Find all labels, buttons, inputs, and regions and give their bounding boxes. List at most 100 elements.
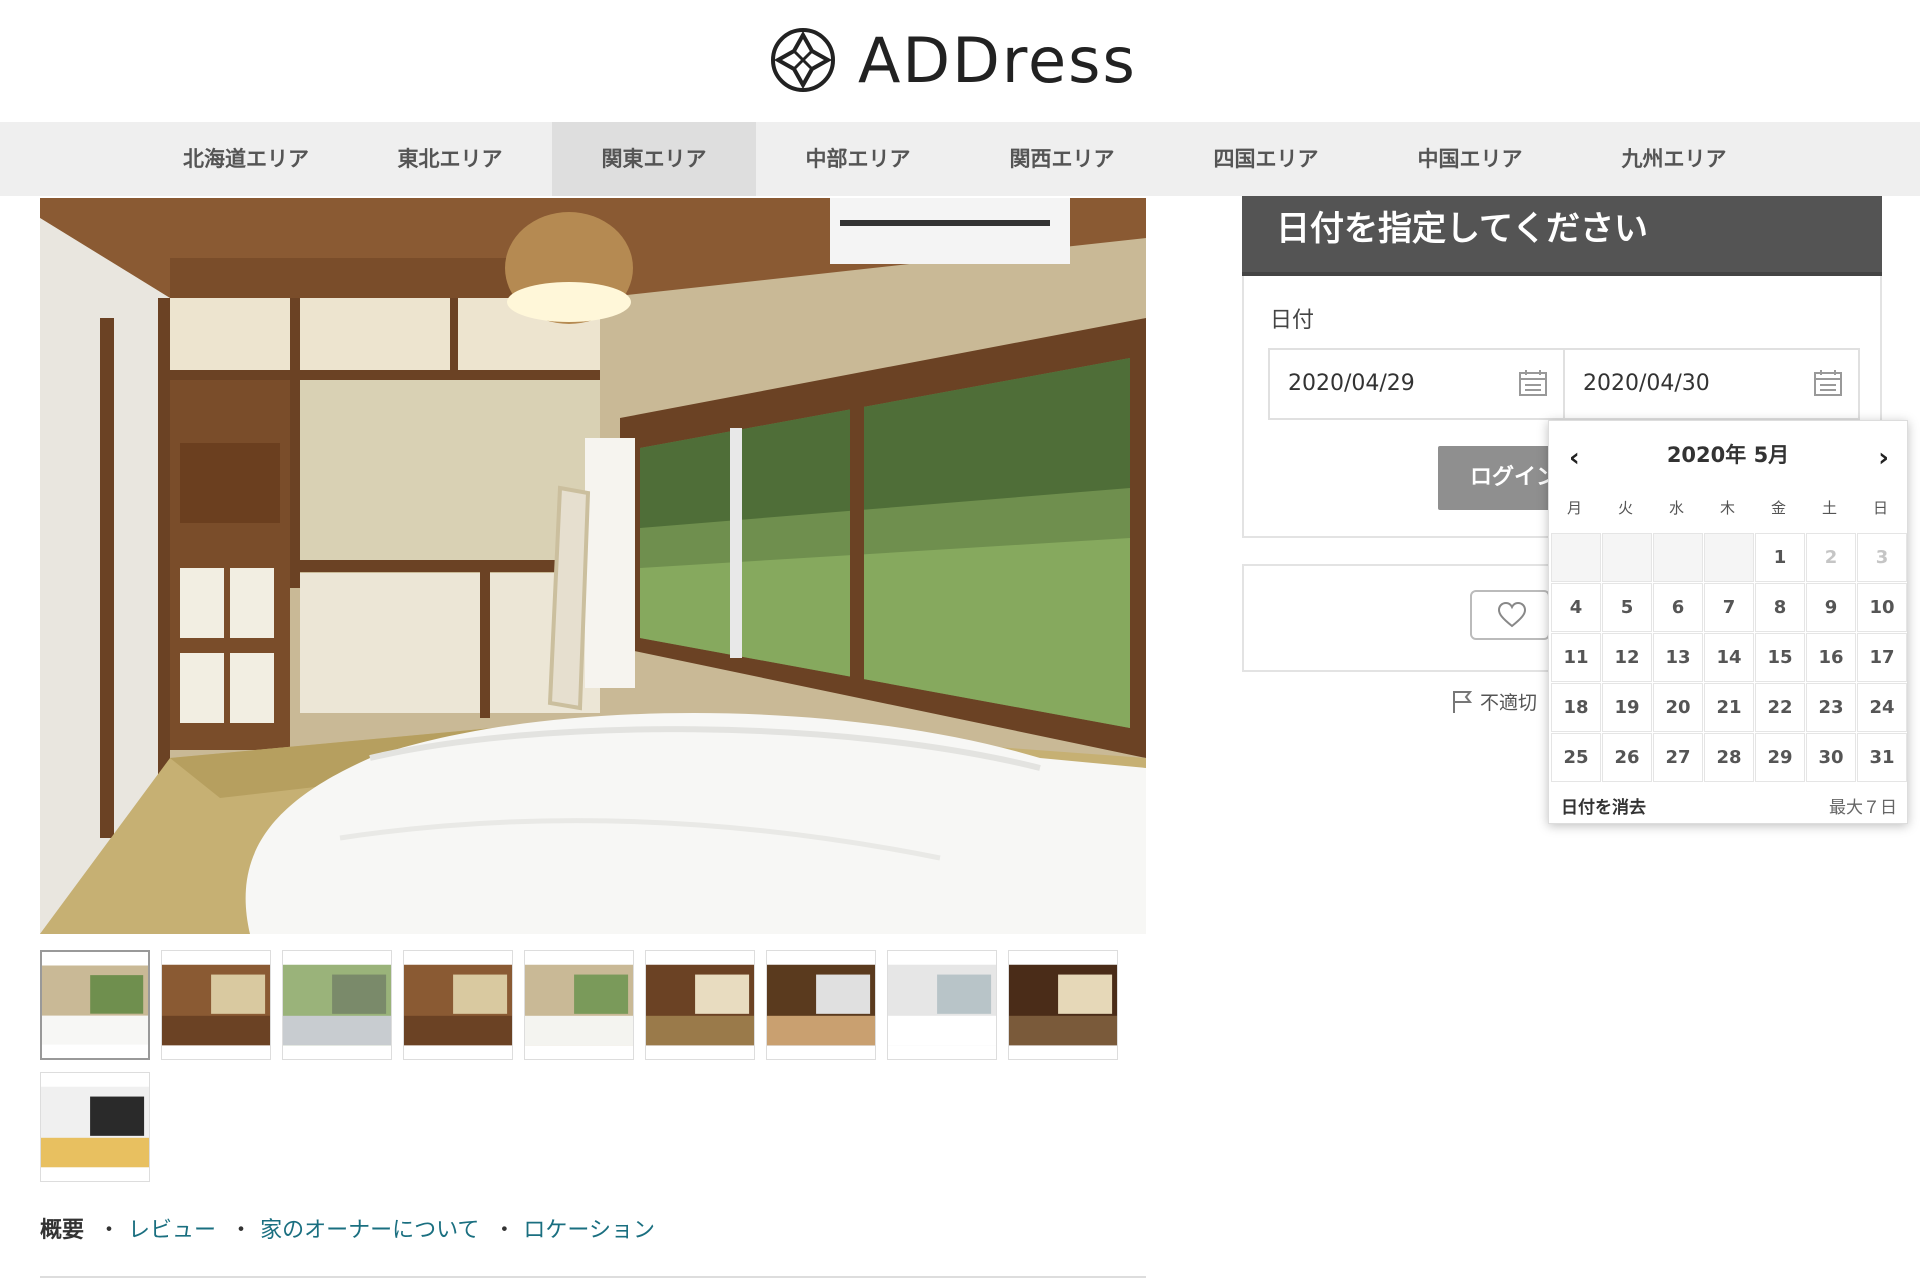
- gallery-thumbnail[interactable]: [887, 950, 997, 1060]
- next-month-button[interactable]: ›: [1878, 443, 1889, 473]
- favorite-button[interactable]: [1470, 590, 1550, 640]
- calendar-day[interactable]: 20: [1653, 683, 1703, 732]
- thumbnail-image: [404, 951, 512, 1059]
- clear-dates-button[interactable]: 日付を消去: [1561, 793, 1646, 818]
- site-header: ADDress: [0, 0, 1920, 122]
- calendar-empty-cell: [1602, 533, 1652, 582]
- thumbnail-image: [41, 1073, 149, 1181]
- calendar-day[interactable]: 17: [1857, 633, 1907, 682]
- gallery-thumbnail[interactable]: [40, 1072, 150, 1182]
- calendar-day[interactable]: 4: [1551, 583, 1601, 632]
- calendar-empty-cell: [1653, 533, 1703, 582]
- calendar-day[interactable]: 6: [1653, 583, 1703, 632]
- calendar-day[interactable]: 27: [1653, 733, 1703, 782]
- location-link[interactable]: ロケーション: [523, 1212, 655, 1244]
- overview-link[interactable]: 概要: [40, 1212, 84, 1244]
- report-link[interactable]: 不適切: [1452, 688, 1537, 715]
- calendar-day[interactable]: 10: [1857, 583, 1907, 632]
- datepicker-header: ‹ 2020年 5月 ›: [1549, 421, 1907, 477]
- weekday-label: 月: [1566, 499, 1582, 517]
- weekday-label: 火: [1617, 499, 1633, 517]
- date-label: 日付: [1270, 308, 1315, 333]
- calendar-day[interactable]: 13: [1653, 633, 1703, 682]
- calendar-day[interactable]: 5: [1602, 583, 1652, 632]
- calendar-day[interactable]: 3: [1857, 533, 1907, 582]
- weekday-label: 日: [1872, 499, 1888, 517]
- nav-item[interactable]: 中部エリア: [756, 122, 960, 196]
- calendar-day[interactable]: 11: [1551, 633, 1601, 682]
- calendar-day[interactable]: 25: [1551, 733, 1601, 782]
- gallery-thumbnail[interactable]: [766, 950, 876, 1060]
- calendar-day[interactable]: 1: [1755, 533, 1805, 582]
- calendar-icon: [1814, 370, 1842, 396]
- gallery-thumbnail[interactable]: [282, 950, 392, 1060]
- calendar-day[interactable]: 26: [1602, 733, 1652, 782]
- nav-item[interactable]: 東北エリア: [348, 122, 552, 196]
- area-nav: 北海道エリア 東北エリア 関東エリア 中部エリア 関西エリア 四国エリア 中国エリア 九州エリ…: [0, 122, 1920, 196]
- weekday-row: 月火水木金土日: [1549, 497, 1907, 518]
- report-label: 不適切: [1480, 692, 1538, 714]
- end-date-field[interactable]: 2020/04/30: [1563, 350, 1858, 418]
- calendar-day[interactable]: 22: [1755, 683, 1805, 732]
- nav-item[interactable]: 北海道エリア: [144, 122, 348, 196]
- gallery-thumbnail[interactable]: [161, 950, 271, 1060]
- weekday-label: 木: [1719, 499, 1735, 517]
- gallery-thumbnail[interactable]: [40, 950, 150, 1060]
- calendar-empty-cell: [1704, 533, 1754, 582]
- owner-link[interactable]: 家のオーナーについて: [260, 1212, 479, 1244]
- link-bullet: ・: [493, 1218, 516, 1243]
- nav-item[interactable]: 関西エリア: [960, 122, 1164, 196]
- thumbnail-image: [888, 951, 996, 1059]
- datepicker-title: 2020年 5月: [1666, 443, 1790, 467]
- end-date-value: 2020/04/30: [1583, 371, 1710, 396]
- thumbnail-image: [162, 951, 270, 1059]
- calendar-empty-cell: [1551, 533, 1601, 582]
- calendar-day[interactable]: 2: [1806, 533, 1856, 582]
- nav-item[interactable]: 中国エリア: [1368, 122, 1572, 196]
- calendar-day[interactable]: 7: [1704, 583, 1754, 632]
- date-range-input: 2020/04/29 2020/04/30: [1268, 348, 1860, 420]
- thumbnail-image: [283, 951, 391, 1059]
- thumbnail-image: [767, 951, 875, 1059]
- calendar-day[interactable]: 31: [1857, 733, 1907, 782]
- datepicker-footer: 日付を消去 最大７日: [1561, 793, 1897, 818]
- gallery-thumbnail[interactable]: [1008, 950, 1118, 1060]
- calendar-day[interactable]: 29: [1755, 733, 1805, 782]
- gallery-thumbnail[interactable]: [645, 950, 755, 1060]
- link-bullet: ・: [98, 1218, 121, 1243]
- link-bullet: ・: [230, 1218, 253, 1243]
- thumbnail-image: [646, 951, 754, 1059]
- calendar-day[interactable]: 16: [1806, 633, 1856, 682]
- calendar-day[interactable]: 19: [1602, 683, 1652, 732]
- start-date-field[interactable]: 2020/04/29: [1270, 350, 1563, 418]
- calendar-day[interactable]: 15: [1755, 633, 1805, 682]
- calendar-day[interactable]: 18: [1551, 683, 1601, 732]
- calendar-day[interactable]: 21: [1704, 683, 1754, 732]
- review-link[interactable]: レビュー: [128, 1212, 216, 1244]
- calendar-day[interactable]: 24: [1857, 683, 1907, 732]
- booking-heading: 日付を指定してください: [1242, 196, 1882, 276]
- max-days-note: 最大７日: [1829, 798, 1897, 818]
- logo-text: ADDress: [858, 23, 1137, 97]
- thumbnail-image: [1009, 951, 1117, 1059]
- calendar-day[interactable]: 8: [1755, 583, 1805, 632]
- calendar-day[interactable]: 23: [1806, 683, 1856, 732]
- weekday-label: 土: [1821, 499, 1837, 517]
- start-date-value: 2020/04/29: [1288, 371, 1415, 396]
- site-logo[interactable]: ADDress: [770, 22, 1137, 98]
- nav-item[interactable]: 四国エリア: [1164, 122, 1368, 196]
- calendar-day[interactable]: 9: [1806, 583, 1856, 632]
- calendar-day[interactable]: 30: [1806, 733, 1856, 782]
- room-photo-image: [40, 198, 1146, 934]
- gallery-thumbnail[interactable]: [403, 950, 513, 1060]
- thumbnail-image: [525, 951, 633, 1059]
- calendar-day[interactable]: 12: [1602, 633, 1652, 682]
- address-logo-icon: [771, 28, 835, 92]
- main-room-photo[interactable]: [40, 198, 1146, 934]
- nav-item[interactable]: 九州エリア: [1572, 122, 1776, 196]
- calendar-day[interactable]: 14: [1704, 633, 1754, 682]
- nav-item[interactable]: 関東エリア: [552, 122, 756, 196]
- heart-icon: [1498, 602, 1526, 628]
- calendar-day[interactable]: 28: [1704, 733, 1754, 782]
- gallery-thumbnail[interactable]: [524, 950, 634, 1060]
